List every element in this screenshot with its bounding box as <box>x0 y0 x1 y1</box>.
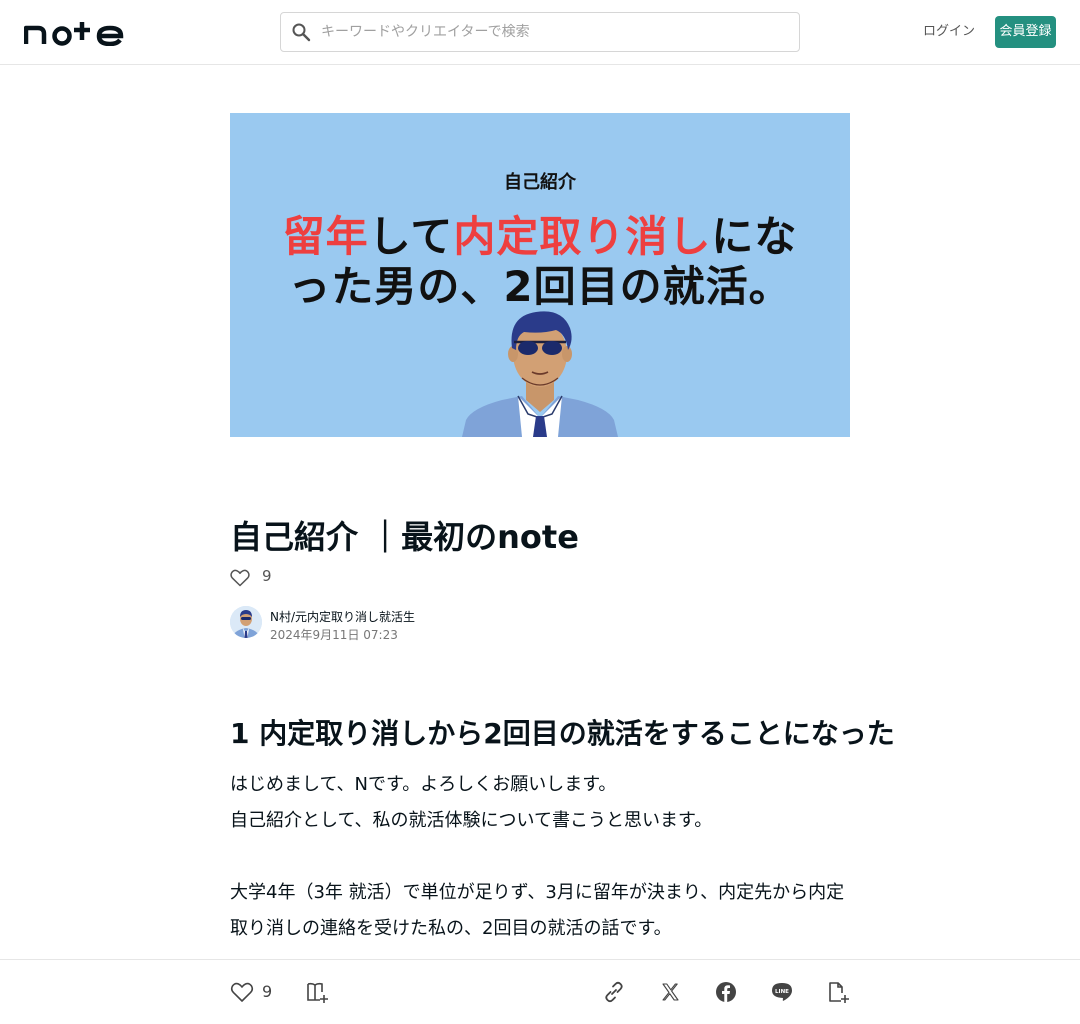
author-info[interactable]: N村/元内定取り消し就活生 2024年9月11日 07:23 <box>230 606 530 642</box>
svg-text:LINE: LINE <box>775 989 789 995</box>
article-action-bar: 9 LINE <box>0 959 1080 1024</box>
heart-icon[interactable] <box>230 569 250 587</box>
eyecatch-headline-line2: った男の、2回目の就活。 <box>288 262 792 311</box>
line-share-icon[interactable]: LINE <box>770 980 794 1004</box>
publish-date: 2024年9月11日 07:23 <box>270 628 398 642</box>
section-heading: 1 内定取り消しから2回目の就活をすることになった <box>230 717 895 750</box>
body-paragraph: はじめまして、Nです。よろしくお願いします。 <box>230 774 617 795</box>
footer-like-count: 9 <box>262 982 273 1001</box>
search-input[interactable] <box>321 21 781 43</box>
author-name[interactable]: N村/元内定取り消し就活生 <box>270 608 415 625</box>
search-box[interactable] <box>280 12 800 52</box>
author-avatar[interactable] <box>230 606 262 638</box>
copy-link-icon[interactable] <box>602 980 626 1004</box>
note-logo[interactable] <box>24 18 124 46</box>
article-title: 自己紹介 ｜最初のnote <box>230 518 579 556</box>
body-paragraph: 自己紹介として、私の就活体験について書こうと思います。 <box>230 810 713 831</box>
like-count: 9 <box>262 567 272 585</box>
eyecatch-image: 自己紹介 留年して内定取り消しにな った男の、2回目の就活。 <box>230 113 850 437</box>
man-with-sunglasses-illustration <box>462 311 618 437</box>
eyecatch-tag: 自己紹介 <box>504 172 576 193</box>
x-share-icon[interactable] <box>658 980 682 1004</box>
site-header: ログイン 会員登録 <box>0 0 1080 65</box>
search-icon <box>292 23 311 42</box>
signup-button[interactable]: 会員登録 <box>995 16 1056 48</box>
facebook-share-icon[interactable] <box>714 980 738 1004</box>
add-to-magazine-icon[interactable] <box>305 980 329 1004</box>
embed-note-icon[interactable] <box>826 980 850 1004</box>
like-heart-icon[interactable] <box>230 980 254 1004</box>
body-paragraph: 大学4年（3年 就活）で単位が足りず、3月に留年が決まり、内定先から内定取り消し… <box>230 882 845 939</box>
login-link[interactable]: ログイン <box>920 20 978 44</box>
